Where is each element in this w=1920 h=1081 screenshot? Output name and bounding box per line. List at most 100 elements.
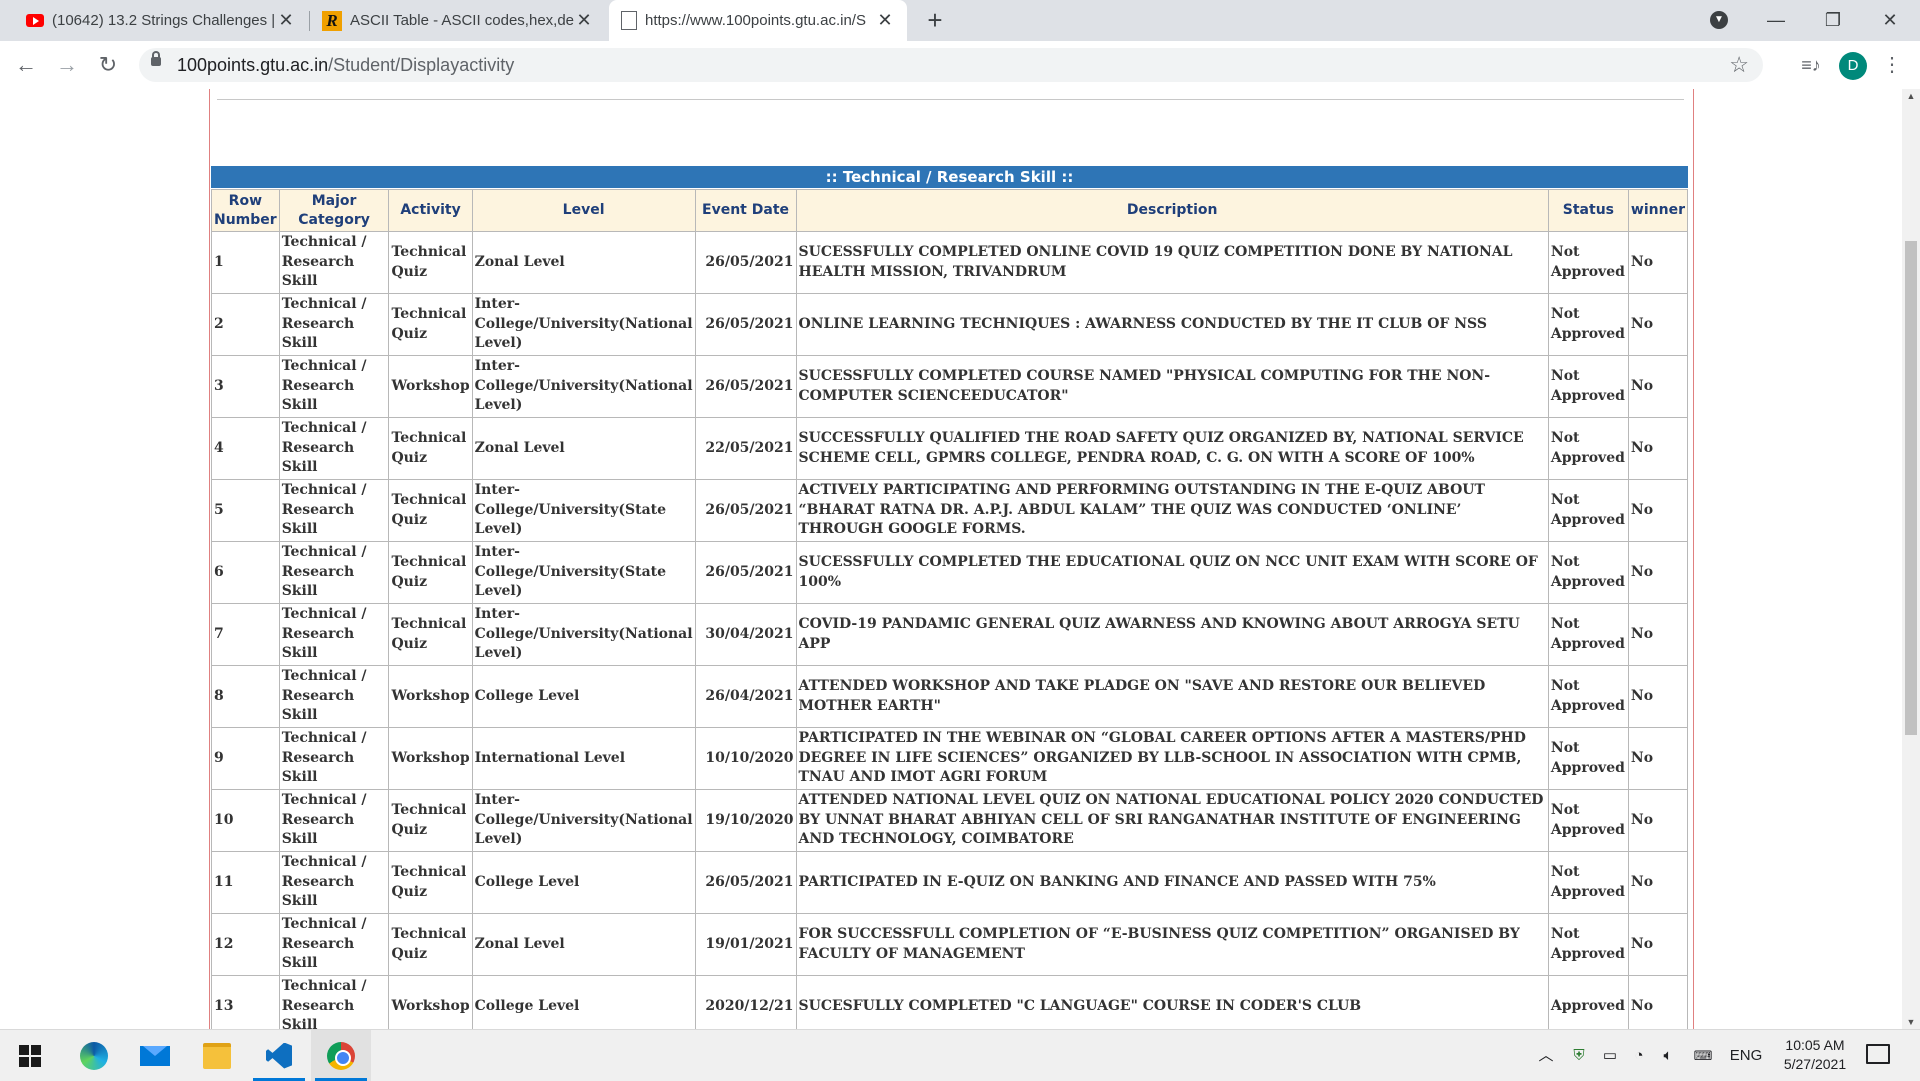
- reload-icon[interactable]: ↻: [92, 49, 124, 81]
- notification-center-icon[interactable]: [1866, 1044, 1890, 1064]
- cell-status: Not Approved: [1547, 851, 1629, 914]
- media-control-icon[interactable]: ≡♪: [1795, 49, 1827, 81]
- keyboard-icon[interactable]: ⌨: [1686, 1030, 1720, 1081]
- taskbar-chrome[interactable]: [311, 1030, 371, 1081]
- new-tab-button[interactable]: +: [921, 6, 949, 34]
- cell-row-number: 2: [211, 293, 280, 356]
- cell-category: Technical / Research Skill: [278, 603, 390, 666]
- back-icon[interactable]: ←: [10, 49, 42, 81]
- cell-winner: No: [1627, 355, 1689, 418]
- forward-icon[interactable]: →: [51, 49, 83, 81]
- cell-level: College Level: [471, 851, 696, 914]
- cell-status: Not Approved: [1547, 417, 1629, 480]
- cell-winner: No: [1627, 851, 1689, 914]
- browser-tab-active[interactable]: https://www.100points.gtu.ac.in/S ✕: [609, 0, 907, 41]
- divider: [217, 99, 1684, 100]
- table-row: 3 Technical / Research Skill Workshop In…: [211, 355, 1689, 418]
- cell-date: 26/05/2021: [694, 541, 797, 604]
- cell-level: Zonal Level: [471, 231, 696, 294]
- taskbar-vscode[interactable]: [249, 1030, 309, 1081]
- scroll-down-arrow-icon[interactable]: ▼: [1902, 1015, 1920, 1029]
- restore-icon[interactable]: ❐: [1805, 0, 1861, 41]
- menu-icon[interactable]: ⋮: [1876, 49, 1908, 81]
- chrome-icon: [327, 1041, 355, 1070]
- cell-row-number: 12: [211, 913, 280, 976]
- cell-level: International Level: [471, 727, 696, 790]
- cell-winner: No: [1627, 727, 1689, 790]
- tab-title: https://www.100points.gtu.ac.in/S: [645, 12, 866, 29]
- cell-activity: Technical Quiz: [388, 913, 473, 976]
- wifi-icon[interactable]: ◔: [1627, 1030, 1651, 1081]
- battery-icon[interactable]: ▭: [1597, 1030, 1623, 1081]
- vscode-icon: [266, 1042, 292, 1069]
- page-content: :: Technical / Research Skill :: Row Num…: [0, 89, 1920, 1029]
- cell-category: Technical / Research Skill: [278, 975, 390, 1029]
- tab-search-icon[interactable]: ▼: [1710, 11, 1728, 29]
- table-row: 9 Technical / Research Skill Workshop In…: [211, 727, 1689, 790]
- security-shield-icon[interactable]: ⛨: [1567, 1030, 1591, 1081]
- cell-description: PARTICIPATED IN THE WEBINAR ON “GLOBAL C…: [795, 727, 1549, 790]
- cell-row-number: 13: [211, 975, 280, 1029]
- tab-title: (10642) 13.2 Strings Challenges |: [52, 12, 276, 29]
- close-tab-icon[interactable]: ✕: [574, 10, 594, 31]
- cell-date: 2020/12/21: [694, 975, 797, 1029]
- col-header-activity: Activity: [388, 189, 473, 232]
- scroll-up-arrow-icon[interactable]: ▲: [1902, 89, 1920, 103]
- taskbar-mail[interactable]: [125, 1030, 185, 1081]
- taskbar-clock[interactable]: 10:05 AM 5/27/2021: [1770, 1036, 1860, 1074]
- cell-row-number: 6: [211, 541, 280, 604]
- cell-status: Not Approved: [1547, 293, 1629, 356]
- input-language[interactable]: ENG: [1726, 1030, 1766, 1081]
- close-tab-icon[interactable]: ✕: [875, 10, 895, 31]
- cell-row-number: 7: [211, 603, 280, 666]
- close-window-icon[interactable]: ✕: [1862, 0, 1918, 41]
- cell-description: FOR SUCCESSFULL COMPLETION OF “E-BUSINES…: [795, 913, 1549, 976]
- browser-tab-ascii-table[interactable]: R ASCII Table - ASCII codes,hex,dec ✕: [310, 0, 606, 41]
- cell-activity: Technical Quiz: [388, 789, 473, 852]
- cell-category: Technical / Research Skill: [278, 789, 390, 852]
- browser-toolbar: ← → ↻ 100points.gtu.ac.in/Student/Displa…: [0, 41, 1920, 90]
- table-row: 4 Technical / Research Skill Technical Q…: [211, 417, 1689, 480]
- start-button[interactable]: [0, 1030, 60, 1081]
- cell-status: Not Approved: [1547, 479, 1629, 542]
- table-row: 12 Technical / Research Skill Technical …: [211, 913, 1689, 976]
- cell-activity: Technical Quiz: [388, 603, 473, 666]
- taskbar-edge[interactable]: [64, 1030, 124, 1081]
- address-bar[interactable]: 100points.gtu.ac.in/Student/Displayactiv…: [139, 48, 1763, 82]
- cell-activity: Workshop: [388, 727, 473, 790]
- cell-level: Inter-College/University(National Level): [471, 603, 696, 666]
- cell-status: Not Approved: [1547, 727, 1629, 790]
- lock-icon[interactable]: [151, 51, 161, 66]
- show-hidden-icons-chevron-icon[interactable]: ︿: [1535, 1030, 1557, 1081]
- table-row: 2 Technical / Research Skill Technical Q…: [211, 293, 1689, 356]
- scrollbar-thumb[interactable]: [1905, 241, 1917, 735]
- url-text[interactable]: 100points.gtu.ac.in/Student/Displayactiv…: [177, 55, 514, 76]
- cell-activity: Workshop: [388, 665, 473, 728]
- cell-status: Not Approved: [1547, 665, 1629, 728]
- col-header-description: Description: [795, 189, 1549, 232]
- taskbar-file-explorer[interactable]: [187, 1030, 247, 1081]
- volume-icon[interactable]: 🔈︎: [1655, 1030, 1681, 1081]
- cell-winner: No: [1627, 913, 1689, 976]
- edge-icon: [80, 1041, 108, 1070]
- cell-description: ATTENDED WORKSHOP AND TAKE PLADGE ON "SA…: [795, 665, 1549, 728]
- table-row: 11 Technical / Research Skill Technical …: [211, 851, 1689, 914]
- cell-level: Inter-College/University(State Level): [471, 479, 696, 542]
- cell-date: 26/05/2021: [694, 479, 797, 542]
- minimize-icon[interactable]: —: [1748, 0, 1804, 41]
- cell-description: SUCESSFULLY COMPLETED ONLINE COVID 19 QU…: [795, 231, 1549, 294]
- cell-activity: Workshop: [388, 975, 473, 1029]
- cell-date: 22/05/2021: [694, 417, 797, 480]
- windows-taskbar: ︿ ⛨ ▭ ◔ 🔈︎ ⌨ ENG 10:05 AM 5/27/2021: [0, 1029, 1920, 1081]
- col-header-status: Status: [1547, 189, 1629, 232]
- page-scrollbar[interactable]: ▲ ▼: [1902, 89, 1920, 1029]
- cell-activity: Technical Quiz: [388, 293, 473, 356]
- cell-row-number: 9: [211, 727, 280, 790]
- browser-tab-youtube[interactable]: (10642) 13.2 Strings Challenges | ✕: [14, 0, 308, 41]
- profile-avatar[interactable]: D: [1839, 52, 1867, 80]
- url-domain: 100points.gtu.ac.in: [177, 55, 329, 75]
- bookmark-star-icon[interactable]: ☆: [1729, 52, 1749, 78]
- close-tab-icon[interactable]: ✕: [276, 10, 296, 31]
- cell-description: SUCCESSFULLY QUALIFIED THE ROAD SAFETY Q…: [795, 417, 1549, 480]
- cell-category: Technical / Research Skill: [278, 417, 390, 480]
